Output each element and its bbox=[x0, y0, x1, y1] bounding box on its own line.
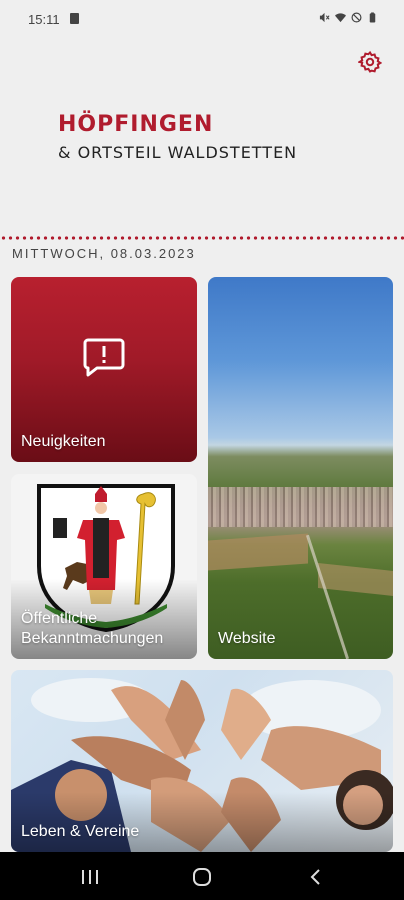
clipboard-check-icon bbox=[70, 13, 79, 24]
navigation-bar bbox=[0, 852, 404, 900]
dotted-divider bbox=[0, 236, 404, 240]
recents-icon[interactable] bbox=[79, 866, 101, 888]
tile-notices-label-line1: Öffentliche bbox=[21, 610, 98, 627]
status-time: 15:11 bbox=[28, 12, 60, 27]
alert-message-icon bbox=[83, 338, 125, 377]
tile-website-label: Website bbox=[218, 630, 276, 647]
aerial-field bbox=[208, 533, 308, 571]
tile-news-label: Neuigkeiten bbox=[21, 433, 106, 450]
logo-subtitle: & ORTSTEIL WALDSTETTEN bbox=[58, 143, 298, 162]
tile-news[interactable]: Neuigkeiten bbox=[11, 277, 197, 462]
date-label: MITTWOCH, 08.03.2023 bbox=[12, 246, 196, 261]
tile-notices-label-line2: Bekanntmachungen bbox=[21, 630, 164, 647]
status-icons bbox=[319, 12, 378, 23]
home-icon[interactable] bbox=[191, 866, 213, 888]
aerial-field bbox=[318, 563, 393, 596]
logo-title: HÖPFINGEN bbox=[58, 112, 214, 137]
back-icon[interactable] bbox=[305, 866, 327, 888]
tile-clubs[interactable]: Leben & Vereine bbox=[11, 670, 393, 852]
tile-notices-label: Öffentliche Bekanntmachungen bbox=[21, 609, 163, 649]
logo: HÖPFINGEN & ORTSTEIL WALDSTETTEN bbox=[58, 112, 297, 164]
aerial-town-image bbox=[208, 487, 393, 527]
battery-icon bbox=[369, 12, 376, 23]
wifi-icon bbox=[335, 13, 346, 23]
gear-icon[interactable] bbox=[358, 50, 382, 74]
tile-notices[interactable]: Öffentliche Bekanntmachungen bbox=[11, 474, 197, 659]
do-not-disturb-icon bbox=[351, 12, 362, 23]
tile-website[interactable]: Website bbox=[208, 277, 393, 659]
mute-icon bbox=[319, 12, 330, 23]
status-bar: 15:11 bbox=[0, 0, 404, 40]
tile-clubs-label: Leben & Vereine bbox=[21, 823, 140, 840]
aerial-road bbox=[305, 534, 350, 659]
